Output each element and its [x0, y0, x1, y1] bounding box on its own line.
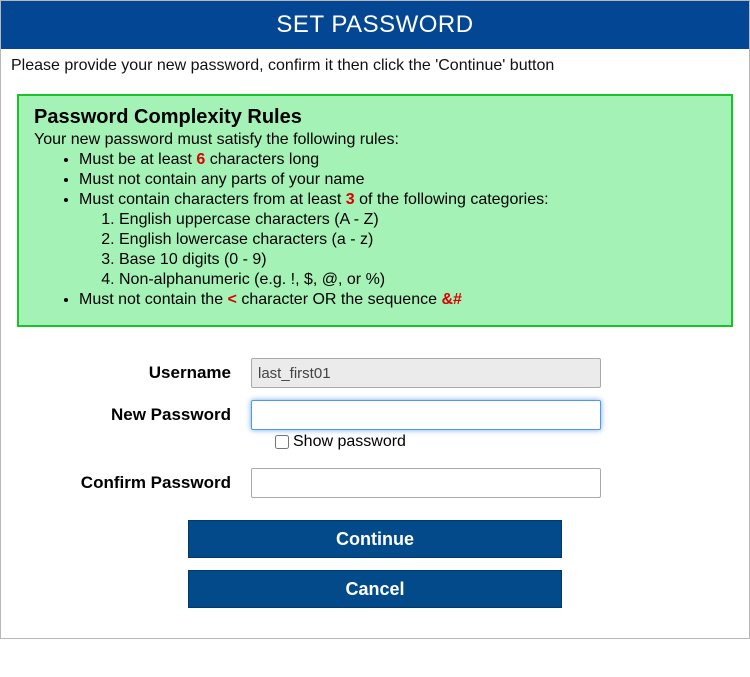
- rules-intro: Your new password must satisfy the follo…: [34, 131, 716, 149]
- rule-categories: Must contain characters from at least 3 …: [79, 191, 716, 289]
- show-password-label: Show password: [293, 433, 406, 451]
- show-password-row: Show password: [271, 432, 719, 452]
- rule-no-name: Must not contain any parts of your name: [79, 171, 716, 189]
- confirm-password-row: Confirm Password: [31, 468, 719, 498]
- password-rules-box: Password Complexity Rules Your new passw…: [17, 94, 733, 327]
- dialog-header: SET PASSWORD: [1, 1, 749, 49]
- rule-categories-number: 3: [346, 191, 355, 208]
- new-password-label: New Password: [31, 405, 251, 425]
- category-digits: Base 10 digits (0 - 9): [119, 251, 716, 269]
- forbidden-lt: <: [228, 291, 237, 308]
- set-password-dialog: SET PASSWORD Please provide your new pas…: [0, 0, 750, 639]
- new-password-row: New Password: [31, 400, 719, 430]
- username-label: Username: [31, 363, 251, 383]
- dialog-title: SET PASSWORD: [276, 11, 473, 38]
- rule-min-length-number: 6: [196, 151, 205, 168]
- category-list: English uppercase characters (A - Z) Eng…: [79, 211, 716, 289]
- new-password-field[interactable]: [251, 400, 601, 430]
- rule-forbidden-chars: Must not contain the < character OR the …: [79, 291, 716, 309]
- rules-list: Must be at least 6 characters long Must …: [34, 151, 716, 309]
- continue-button[interactable]: Continue: [188, 520, 562, 558]
- show-password-checkbox[interactable]: [275, 435, 289, 449]
- username-field: [251, 358, 601, 388]
- category-uppercase: English uppercase characters (A - Z): [119, 211, 716, 229]
- confirm-password-field[interactable]: [251, 468, 601, 498]
- category-nonalpha: Non-alphanumeric (e.g. !, $, @, or %): [119, 271, 716, 289]
- button-area: Continue Cancel: [31, 510, 719, 628]
- form-area: Username New Password Show password Conf…: [1, 342, 749, 638]
- forbidden-amp-hash: &#: [441, 291, 461, 308]
- rules-title: Password Complexity Rules: [34, 106, 716, 129]
- rule-min-length: Must be at least 6 characters long: [79, 151, 716, 169]
- username-row: Username: [31, 358, 719, 388]
- confirm-password-label: Confirm Password: [31, 473, 251, 493]
- instruction-text: Please provide your new password, confir…: [1, 49, 749, 79]
- category-lowercase: English lowercase characters (a - z): [119, 231, 716, 249]
- cancel-button[interactable]: Cancel: [188, 570, 562, 608]
